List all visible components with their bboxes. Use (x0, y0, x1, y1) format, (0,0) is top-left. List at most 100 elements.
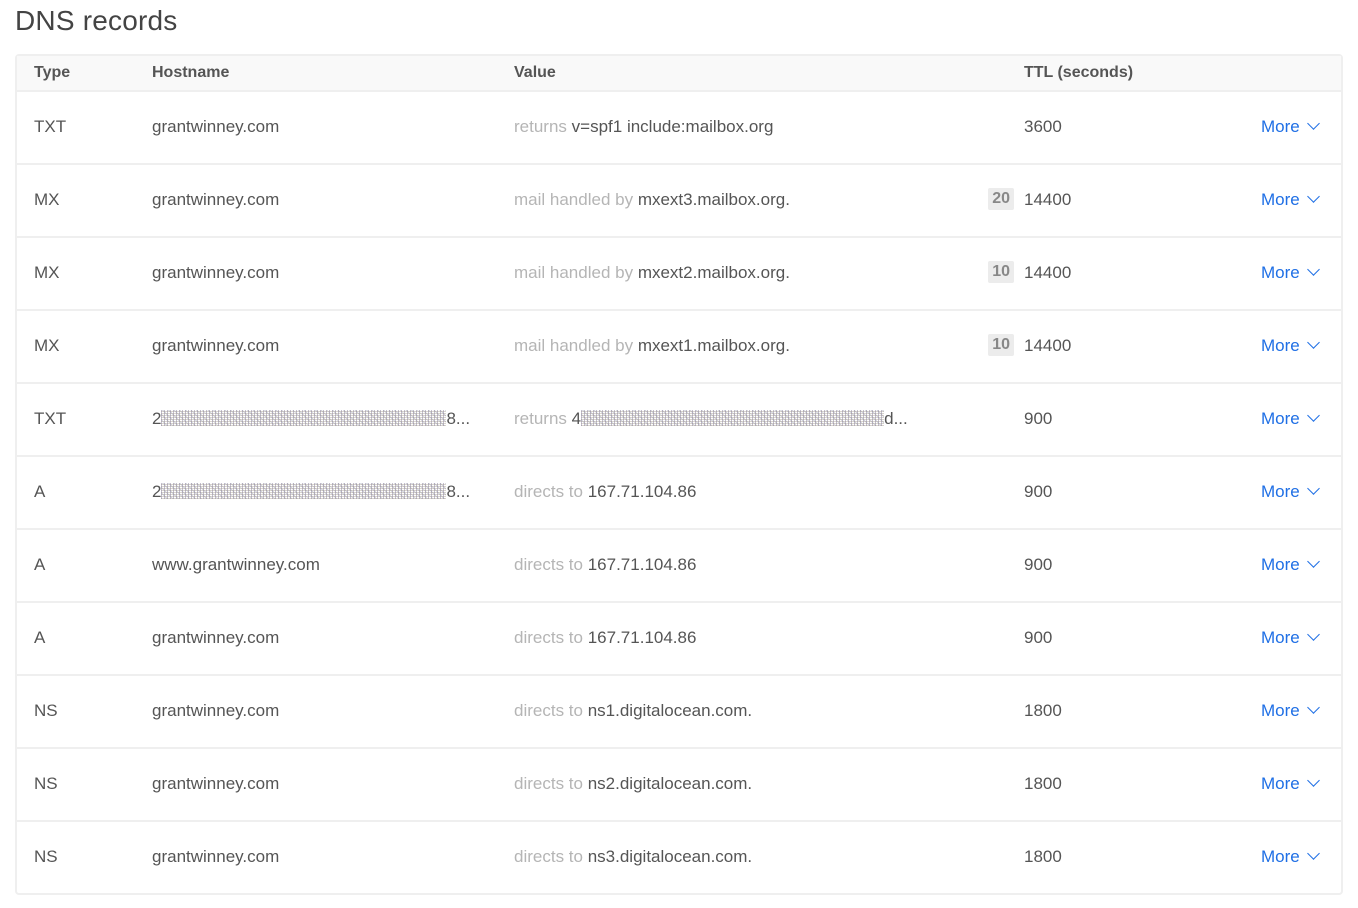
table-row: MX grantwinney.com mail handled by mxext1.… (17, 311, 1341, 384)
type-cell: NS (34, 847, 58, 866)
type-cell: MX (34, 336, 60, 355)
value-prefix: mail handled by (514, 190, 634, 209)
chevron-down-icon (1306, 263, 1320, 276)
value-text: 167.71.104.86 (587, 482, 697, 501)
header-ttl: TTL (seconds) (1024, 64, 1134, 81)
more-label: More (1261, 628, 1300, 647)
value-prefix: directs to (514, 555, 583, 574)
ttl-cell: 14400 (1024, 263, 1072, 282)
hostname-end: 8... (446, 409, 471, 428)
type-cell: A (34, 482, 46, 501)
more-label: More (1261, 555, 1300, 574)
value-cell: directs to ns1.digitalocean.com. (514, 701, 752, 721)
value-text: mxext2.mailbox.org. (637, 263, 790, 282)
value-prefix: directs to (514, 701, 583, 720)
redacted-hostname (161, 483, 447, 499)
ttl-cell: 900 (1024, 555, 1053, 574)
type-cell: TXT (34, 117, 67, 136)
value-cell: returns v=spf1 include:mailbox.org (514, 117, 773, 137)
value-cell: directs to ns2.digitalocean.com. (514, 774, 752, 794)
value-text: 167.71.104.86 (587, 628, 697, 647)
chevron-down-icon (1306, 336, 1320, 349)
value-prefix: returns (514, 409, 567, 428)
more-button[interactable]: More (1261, 263, 1320, 283)
value-cell: directs to 167.71.104.86 (514, 628, 696, 648)
table-row: TXT grantwinney.com returns v=spf1 include… (17, 92, 1341, 165)
chevron-down-icon (1306, 701, 1320, 714)
more-button[interactable]: More (1261, 555, 1320, 575)
value-prefix: directs to (514, 482, 583, 501)
header-value: Value (514, 64, 556, 81)
value-prefix: returns (514, 117, 567, 136)
hostname-cell: grantwinney.com (152, 628, 280, 647)
table-header: Type Hostname Value TTL (seconds) (17, 56, 1341, 92)
priority-badge: 10 (988, 334, 1014, 356)
hostname-cell: grantwinney.com (152, 701, 280, 720)
ttl-cell: 1800 (1024, 847, 1062, 866)
table-row: MX grantwinney.com mail handled by mxext2.… (17, 238, 1341, 311)
hostname-cell: 2 8... (152, 409, 470, 429)
value-cell: directs to 167.71.104.86 (514, 555, 696, 575)
more-button[interactable]: More (1261, 117, 1320, 137)
type-cell: NS (34, 701, 58, 720)
table-row: TXT 2 8... returns 4 d... 900 More (17, 384, 1341, 457)
more-button[interactable]: More (1261, 482, 1320, 502)
dns-records-table: Type Hostname Value TTL (seconds) TXT gra… (15, 54, 1343, 895)
ttl-cell: 14400 (1024, 336, 1072, 355)
chevron-down-icon (1306, 628, 1320, 641)
value-prefix: directs to (514, 628, 583, 647)
more-label: More (1261, 263, 1300, 282)
ttl-cell: 3600 (1024, 117, 1062, 136)
hostname-cell: 2 8... (152, 482, 470, 502)
value-text: ns2.digitalocean.com. (587, 774, 753, 793)
ttl-cell: 1800 (1024, 701, 1062, 720)
table-row: Agrantwinney.com directs to 167.71.104.86… (17, 603, 1341, 676)
more-button[interactable]: More (1261, 701, 1320, 721)
redacted-hostname (161, 410, 447, 426)
chevron-down-icon (1306, 555, 1320, 568)
value-text: ns3.digitalocean.com. (587, 847, 753, 866)
more-label: More (1261, 847, 1300, 866)
value-start: 4 (571, 409, 582, 428)
chevron-down-icon (1306, 774, 1320, 787)
hostname-end: 8... (446, 482, 471, 501)
page-title: DNS records (15, 5, 178, 36)
value-cell: mail handled by mxext2.mailbox.org. (514, 263, 790, 283)
chevron-down-icon (1306, 117, 1320, 130)
chevron-down-icon (1306, 409, 1320, 422)
table-row: Awww.grantwinney.com directs to 167.71.10… (17, 530, 1341, 603)
chevron-down-icon (1306, 190, 1320, 203)
ttl-cell: 14400 (1024, 190, 1072, 209)
more-label: More (1261, 774, 1300, 793)
value-text: mxext1.mailbox.org. (637, 336, 790, 355)
hostname-cell: grantwinney.com (152, 263, 280, 282)
value-prefix: mail handled by (514, 336, 634, 355)
more-button[interactable]: More (1261, 847, 1320, 867)
value-text: mxext3.mailbox.org. (637, 190, 790, 209)
value-prefix: directs to (514, 774, 583, 793)
hostname-cell: grantwinney.com (152, 774, 280, 793)
value-cell: directs to ns3.digitalocean.com. (514, 847, 752, 867)
value-text: 167.71.104.86 (587, 555, 697, 574)
type-cell: MX (34, 190, 60, 209)
hostname-cell: grantwinney.com (152, 190, 280, 209)
hostname-cell: grantwinney.com (152, 847, 280, 866)
more-button[interactable]: More (1261, 190, 1320, 210)
more-button[interactable]: More (1261, 336, 1320, 356)
more-button[interactable]: More (1261, 628, 1320, 648)
hostname-start: 2 (152, 482, 162, 501)
type-cell: MX (34, 263, 60, 282)
more-label: More (1261, 409, 1300, 428)
more-button[interactable]: More (1261, 409, 1320, 429)
value-prefix: directs to (514, 847, 583, 866)
more-label: More (1261, 117, 1300, 136)
hostname-start: 2 (152, 409, 162, 428)
table-row: NS grantwinney.com directs to ns3.digitalo… (17, 822, 1341, 893)
more-label: More (1261, 336, 1300, 355)
ttl-cell: 1800 (1024, 774, 1062, 793)
more-button[interactable]: More (1261, 774, 1320, 794)
value-text: v=spf1 include:mailbox.org (571, 117, 774, 136)
type-cell: A (34, 628, 46, 647)
hostname-cell: www.grantwinney.com (152, 555, 320, 574)
header-type: Type (34, 64, 71, 81)
